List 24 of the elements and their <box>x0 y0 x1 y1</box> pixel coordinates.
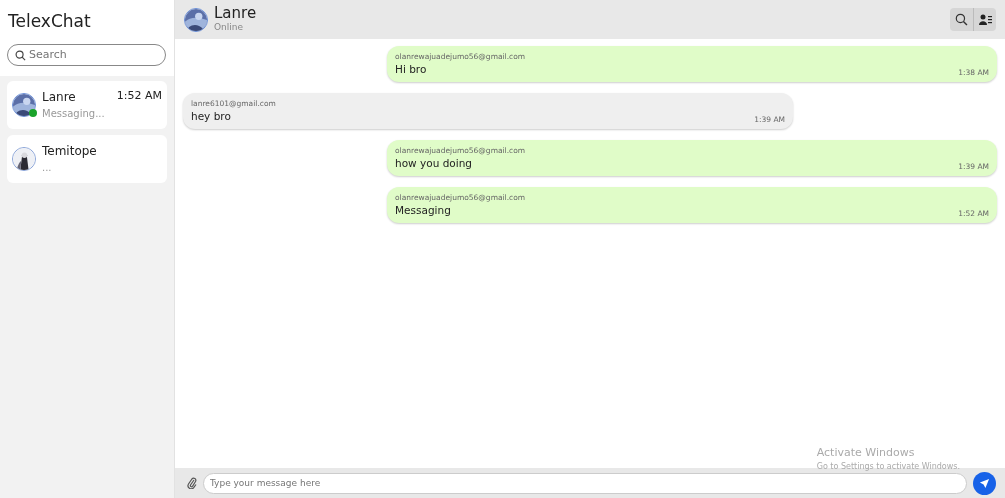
message-text: Hi bro <box>395 62 427 78</box>
attachment-icon[interactable] <box>187 477 197 489</box>
message-input[interactable]: Type your message here <box>203 472 967 494</box>
chat-list-item[interactable]: Lanre Messaging... 1:52 AM <box>7 80 167 129</box>
message-text: how you doing <box>395 156 472 172</box>
contact-card-icon <box>978 14 992 25</box>
app-title: TelexChat <box>8 10 91 33</box>
contact-name: Lanre <box>42 89 77 106</box>
send-button[interactable] <box>973 471 996 495</box>
contact-name: Temitope <box>42 143 97 160</box>
message-text: Messaging <box>395 203 451 219</box>
message-preview: Messaging... <box>42 107 105 121</box>
message-preview: ... <box>42 161 53 175</box>
contact-status: Online <box>214 21 245 34</box>
send-icon <box>979 477 990 489</box>
chat-list-item[interactable]: Temitope ... <box>7 134 167 183</box>
search-icon <box>955 13 968 26</box>
timestamp: 1:52 AM <box>116 87 162 104</box>
activation-notice-title: Activate Windows <box>816 444 916 461</box>
contact-name: Lanre <box>214 4 257 21</box>
search-icon <box>15 49 26 61</box>
message-text: hey bro <box>191 109 231 125</box>
activation-notice-text: Go to Settings to activate Windows. <box>816 461 960 473</box>
search-field[interactable]: Search <box>7 43 166 66</box>
